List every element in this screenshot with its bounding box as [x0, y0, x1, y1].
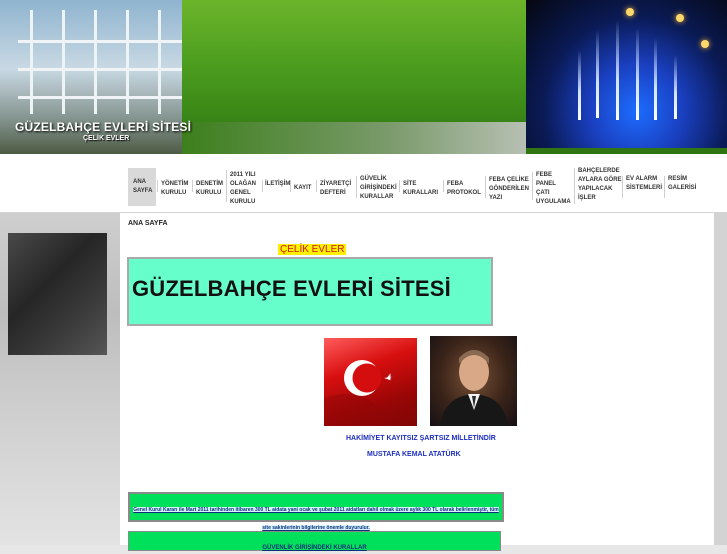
ataturk-portrait-image	[430, 336, 517, 426]
notice-box: Genel Kurul Kararı ile Mart 2011 tarihin…	[128, 492, 504, 531]
site-header: GÜZELBAHÇE EVLERİ SİTESİ ÇELİK EVLER	[0, 0, 727, 154]
nav-item-guvenlik-kurallar[interactable]: GÜVELİK GİRİŞİNDEKİ KURALLAR	[360, 175, 397, 202]
nav-item-genel-kurul[interactable]: 2011 YILI OLAĞAN GENEL KURULU	[230, 171, 260, 207]
main-navigation: ANA SAYFA YÖNETİM KURULU DENETİM KURULU …	[0, 154, 727, 213]
turkish-flag-image	[324, 338, 417, 426]
rules-link[interactable]: GÜVENLİK GİRİŞİNDEKİ KURALLAR	[262, 545, 366, 551]
breadcrumb: ANA SAYFA	[128, 220, 168, 227]
page-title: GÜZELBAHÇE EVLERİ SİTESİ	[132, 276, 451, 301]
motto-text: HAKİMİYET KAYITSIZ ŞARTSIZ MİLLETİNDİR	[346, 435, 496, 442]
nav-item-ev-alarm[interactable]: EV ALARM SİSTEMLERİ	[626, 175, 662, 193]
title-banner: GÜZELBAHÇE EVLERİ SİTESİ	[127, 257, 493, 326]
header-fountain-photo	[526, 0, 727, 148]
nav-item-iletisim[interactable]: İLETİŞİM	[265, 180, 290, 189]
nav-item-resim-galerisi[interactable]: RESİM GALERİSİ	[668, 175, 698, 193]
site-title[interactable]: GÜZELBAHÇE EVLERİ SİTESİ	[15, 120, 191, 134]
nav-item-yonetim-kurulu[interactable]: YÖNETİM KURULU	[161, 180, 191, 198]
sidebar-decor	[8, 233, 107, 355]
highlight-title: ÇELİK EVLER	[278, 244, 347, 255]
rules-box: GÜVENLİK GİRİŞİNDEKİ KURALLAR	[128, 531, 501, 551]
nav-item-site-kurallari[interactable]: SİTE KURALLARI	[403, 180, 438, 198]
header-strip	[182, 122, 526, 154]
site-subtitle: ÇELİK EVLER	[83, 135, 130, 142]
right-rail	[714, 213, 727, 545]
left-sidebar	[0, 213, 120, 545]
nav-item-ziyaretci-defteri[interactable]: ZİYARETÇİ DEFTERİ	[320, 180, 354, 198]
nav-item-bahceler[interactable]: BAHÇELERDE AYLARA GÖRE YAPILACAK İŞLER	[578, 167, 622, 203]
crescent-star-icon	[324, 360, 417, 426]
nav-item-kayit[interactable]: KAYIT	[294, 184, 314, 193]
nav-item-ana-sayfa[interactable]: ANA SAYFA	[128, 168, 156, 206]
nav-item-denetim-kurulu[interactable]: DENETİM KURULU	[196, 180, 224, 198]
motto-author: MUSTAFA KEMAL ATATÜRK	[367, 451, 461, 458]
nav-item-febe-panel[interactable]: FEBE PANEL ÇATI UYGULAMA	[536, 171, 571, 207]
nav-item-feba-celike[interactable]: FEBA ÇELİKE GÖNDERİLEN YAZI	[489, 176, 529, 203]
nav-item-feba-protokol[interactable]: FEBA PROTOKOL	[447, 180, 481, 198]
